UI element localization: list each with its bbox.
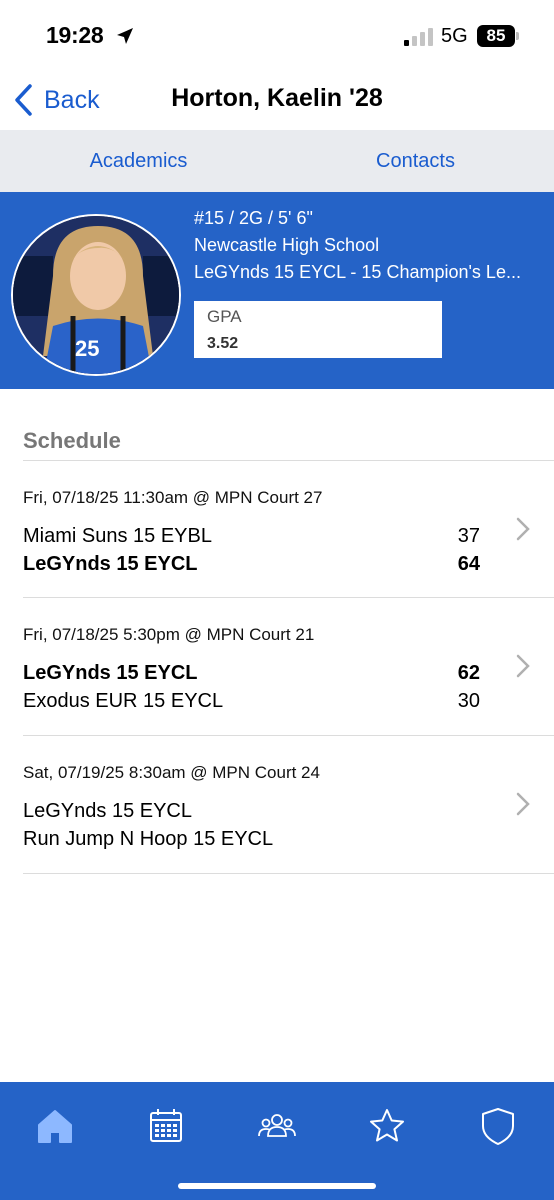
game-score-1: 37 <box>457 525 480 547</box>
game-date: Fri, 07/18/25 11:30am @ MPN Court 27 <box>23 488 323 507</box>
home-icon[interactable] <box>35 1106 75 1146</box>
chevron-right-icon <box>516 792 530 816</box>
battery-indicator: 85 <box>477 25 515 47</box>
player-team: LeGYnds 15 EYCL - 15 Champion's Le... <box>194 262 521 282</box>
chevron-left-icon <box>15 84 32 116</box>
battery-tip <box>516 32 519 40</box>
svg-text:25: 25 <box>75 336 99 361</box>
game-row[interactable]: Fri, 07/18/25 11:30am @ MPN Court 27 Mia… <box>0 461 554 598</box>
home-indicator[interactable] <box>178 1183 376 1189</box>
status-bar: 19:28 5G 85 <box>0 0 554 70</box>
profile-banner: 25 #15 / 2G / 5' 6" Newcastle High Schoo… <box>0 192 554 389</box>
game-row[interactable]: Sat, 07/19/25 8:30am @ MPN Court 24 LeGY… <box>0 736 554 873</box>
game-score-2: 30 <box>457 690 480 712</box>
game-team-1: LeGYnds 15 EYCL <box>23 662 198 684</box>
navigation-bar: Horton, Kaelin '28 Back <box>0 70 554 130</box>
segment-tabs: Academics Contacts <box>0 130 554 192</box>
cellular-signal-icon <box>404 28 433 46</box>
schedule-heading: Schedule <box>23 428 121 453</box>
player-photo-icon: 25 <box>13 216 179 374</box>
player-school: Newcastle High School <box>194 235 380 255</box>
game-date: Sat, 07/19/25 8:30am @ MPN Court 24 <box>23 763 320 782</box>
network-type: 5G <box>441 25 468 47</box>
game-team-1: Miami Suns 15 EYBL <box>23 525 212 547</box>
game-team-2: Run Jump N Hoop 15 EYCL <box>23 828 274 850</box>
star-icon[interactable] <box>367 1106 407 1146</box>
shield-icon[interactable] <box>478 1106 518 1146</box>
tab-contacts[interactable]: Contacts <box>277 130 554 192</box>
avatar[interactable]: 25 <box>11 214 181 376</box>
chevron-right-icon <box>516 654 530 678</box>
game-team-1: LeGYnds 15 EYCL <box>23 800 192 822</box>
back-button[interactable]: Back <box>12 80 100 120</box>
divider <box>23 873 554 874</box>
location-arrow-icon <box>117 28 133 44</box>
people-icon[interactable] <box>257 1106 297 1146</box>
game-score-1: 62 <box>457 662 480 684</box>
game-row[interactable]: Fri, 07/18/25 5:30pm @ MPN Court 21 LeGY… <box>0 598 554 735</box>
gpa-value: 3.52 <box>207 335 239 352</box>
player-number-position-height: #15 / 2G / 5' 6" <box>194 208 313 228</box>
game-date: Fri, 07/18/25 5:30pm @ MPN Court 21 <box>23 625 315 644</box>
gpa-box: GPA 3.52 <box>194 301 442 358</box>
game-team-2: LeGYnds 15 EYCL <box>23 553 198 575</box>
gpa-label: GPA <box>207 307 242 326</box>
calendar-icon[interactable] <box>146 1106 186 1146</box>
game-score-2: 64 <box>457 553 480 575</box>
status-time: 19:28 <box>46 22 104 48</box>
tab-academics[interactable]: Academics <box>0 130 277 192</box>
chevron-right-icon <box>516 517 530 541</box>
player-info: #15 / 2G / 5' 6" Newcastle High School L… <box>194 206 539 287</box>
page-title-text: Horton, Kaelin '28 <box>171 84 383 112</box>
back-button-label: Back <box>44 85 100 114</box>
game-team-2: Exodus EUR 15 EYCL <box>23 690 224 712</box>
